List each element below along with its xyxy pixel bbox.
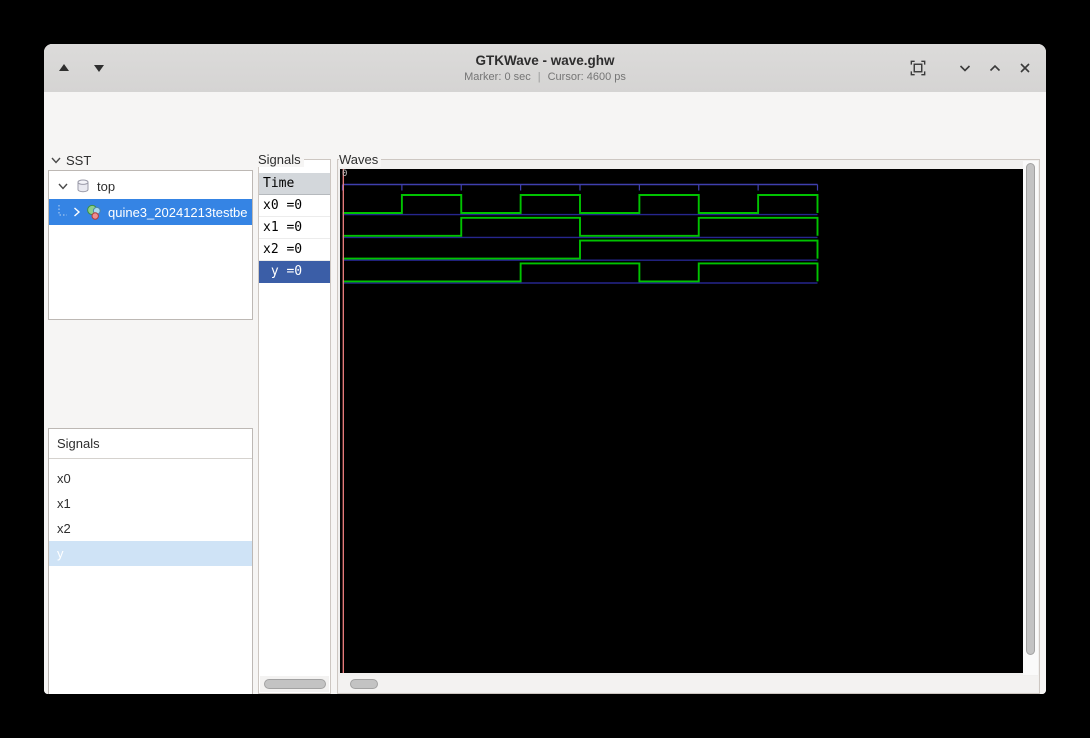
sst-tree-panel: top quine3_20241213testbe	[48, 170, 253, 320]
signals-frame: Time x0 =0 x1 =0 x2 =0 y =0	[258, 159, 331, 694]
signal-list-item-x2[interactable]: x2	[49, 516, 252, 541]
tree-item-testbench[interactable]: quine3_20241213testbe	[49, 199, 252, 225]
module-icon	[87, 204, 101, 220]
signal-finder-panel: Signals x0 x1 x2 y	[48, 428, 253, 694]
close-button[interactable]	[1012, 55, 1038, 81]
window-status: Marker: 0 sec | Cursor: 4600 ps	[44, 71, 1046, 83]
signal-name: x0	[57, 471, 71, 486]
tree-item-label: quine3_20241213testbe	[108, 204, 248, 220]
signal-list-item-y[interactable]: y	[49, 541, 252, 566]
maximize-button[interactable]	[982, 55, 1008, 81]
signal-name: x1	[57, 496, 71, 511]
close-icon	[1020, 63, 1030, 73]
signal-finder-header: Signals	[49, 429, 252, 459]
waves-hscrollbar-thumb[interactable]	[350, 679, 378, 689]
waves-frame: 0	[337, 159, 1040, 694]
signal-value-row-y[interactable]: y =0	[259, 261, 330, 283]
main-content: SST top quine3_20241213testbe Signals x0…	[44, 150, 1046, 694]
titlebar: GTKWave - wave.ghw Marker: 0 sec | Cursor:…	[44, 44, 1046, 93]
signal-name: y	[57, 546, 64, 561]
tree-item-top[interactable]: top	[49, 173, 252, 199]
waves-hscrollbar-track[interactable]	[339, 676, 1038, 692]
signal-list-item-x1[interactable]: x1	[49, 491, 252, 516]
marker-status: Marker: 0 sec	[464, 71, 531, 83]
time-origin-label: 0	[342, 169, 348, 179]
database-icon	[77, 179, 89, 193]
window-title: GTKWave - wave.ghw	[475, 53, 615, 68]
desktop-background: GTKWave - wave.ghw Marker: 0 sec | Cursor:…	[0, 0, 1090, 738]
signals-hscrollbar-thumb[interactable]	[264, 679, 326, 689]
chevron-down-icon	[51, 157, 61, 164]
tree-item-label: top	[97, 178, 116, 194]
signal-value-row-x1[interactable]: x1 =0	[259, 217, 330, 239]
cursor-status: Cursor: 4600 ps	[547, 71, 626, 83]
signal-list-item-x0[interactable]: x0	[49, 466, 252, 491]
minimize-button[interactable]	[952, 55, 978, 81]
waveform-canvas[interactable]: 0	[340, 169, 1025, 673]
time-header[interactable]: Time	[259, 173, 330, 195]
toolbar: From: To:	[44, 92, 1046, 188]
signals-frame-label: Signals	[258, 152, 304, 167]
waves-vscrollbar-thumb[interactable]	[1026, 163, 1035, 655]
waves-vscrollbar-track[interactable]	[1023, 161, 1038, 675]
waveform-svg	[341, 169, 819, 673]
chevron-down-icon	[959, 65, 971, 72]
signals-hscrollbar-track[interactable]	[260, 676, 329, 692]
waves-frame-label: Waves	[339, 152, 382, 167]
fit-frame-icon	[910, 60, 926, 76]
signal-name: x2	[57, 521, 71, 536]
tree-connector	[58, 205, 67, 216]
signal-value-row-x0[interactable]: x0 =0	[259, 195, 330, 217]
chevron-right-icon	[74, 207, 81, 217]
sst-header-label: SST	[66, 152, 92, 168]
signal-value-row-x2[interactable]: x2 =0	[259, 239, 330, 261]
chevron-down-icon	[58, 183, 68, 190]
sst-expander[interactable]: SST	[50, 152, 91, 168]
chevron-up-icon	[989, 64, 1001, 72]
gtkwave-window: GTKWave - wave.ghw Marker: 0 sec | Cursor:…	[44, 44, 1046, 694]
fit-window-button[interactable]	[905, 55, 931, 81]
status-separator: |	[537, 71, 541, 83]
